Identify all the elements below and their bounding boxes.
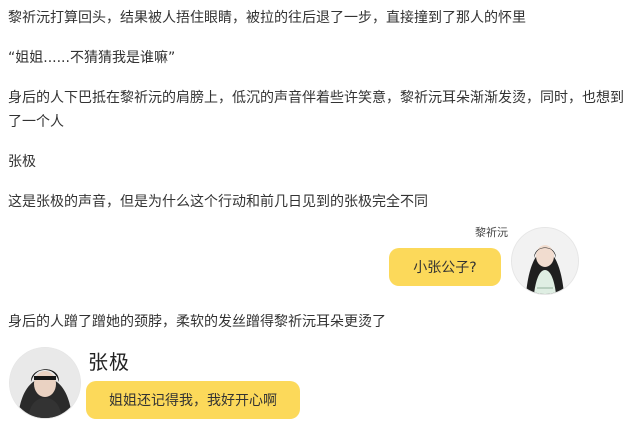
story-paragraph-3: 身后的人下巴抵在黎祈沅的肩膀上，低沉的声音伴着些许笑意，黎祈沅耳朵渐渐发烫，同时…	[8, 90, 624, 130]
avatar-left[interactable]	[10, 348, 80, 418]
boy-avatar-icon	[10, 348, 80, 418]
chat-message-left: 姐姐还记得我，我好开心啊	[109, 393, 277, 409]
chat-bubble-left: 姐姐还记得我，我好开心啊	[86, 381, 300, 419]
story-paragraph-4: 张极	[8, 154, 36, 170]
avatar-right[interactable]	[512, 228, 578, 294]
story-paragraph-6: 身后的人蹭了蹭她的颈脖，柔软的发丝蹭得黎祈沅耳朵更烫了	[8, 314, 386, 330]
story-paragraph-2: “姐姐......不猜猜我是谁嘛”	[8, 50, 176, 66]
story-paragraph-1: 黎祈沅打算回头，结果被人捂住眼睛，被拉的往后退了一步，直接撞到了那人的怀里	[8, 10, 526, 26]
story-page: 黎祈沅打算回头，结果被人捂住眼睛，被拉的往后退了一步，直接撞到了那人的怀里 “姐…	[0, 0, 640, 426]
speaker-name-left: 张极	[88, 350, 130, 374]
speaker-name-right: 黎祈沅	[475, 226, 508, 239]
chat-message-right: 小张公子?	[413, 260, 477, 276]
chat-bubble-right: 小张公子?	[389, 248, 501, 286]
story-paragraph-5: 这是张极的声音，但是为什么这个行动和前几日见到的张极完全不同	[8, 194, 428, 210]
girl-avatar-icon	[512, 228, 578, 294]
